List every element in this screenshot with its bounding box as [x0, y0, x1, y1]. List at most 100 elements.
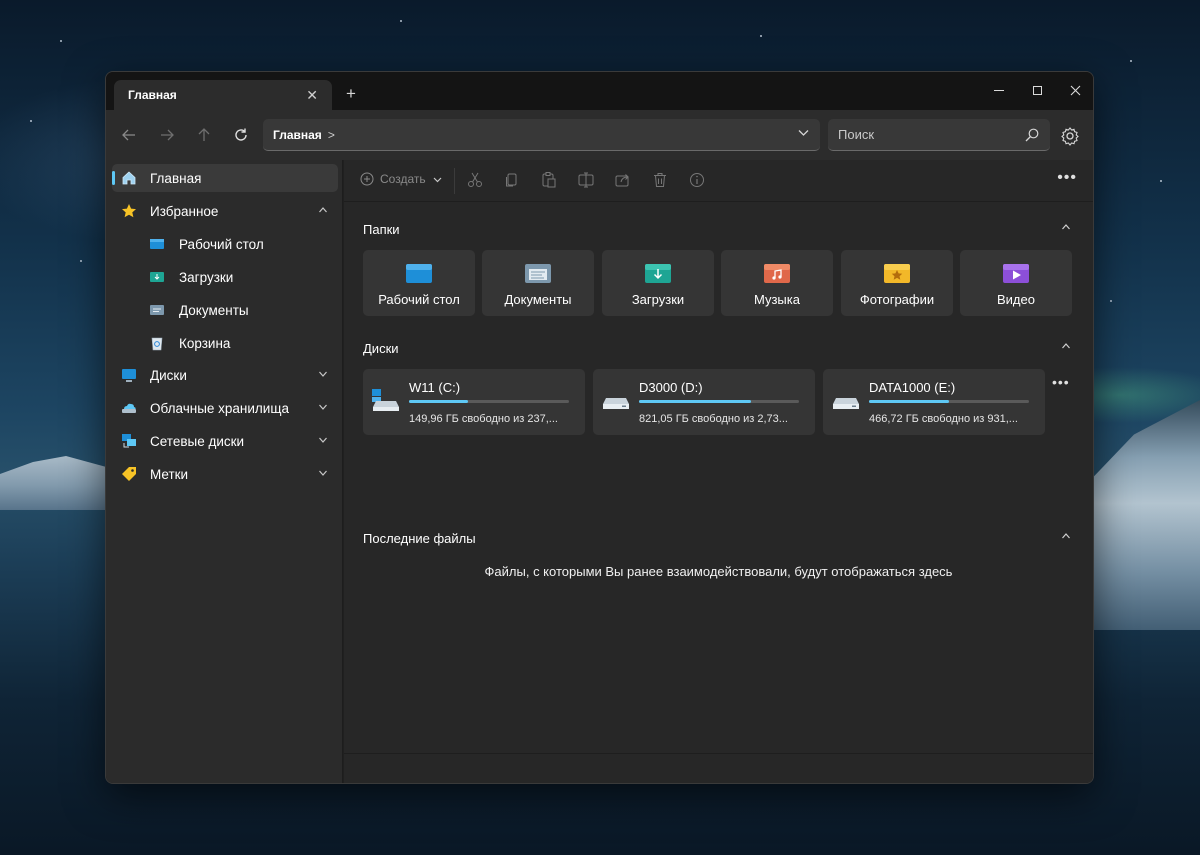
- drive-card-e[interactable]: DATA1000 (E:) 466,72 ГБ свободно из 931,…: [823, 369, 1045, 435]
- drive-name: W11 (C:): [409, 380, 461, 395]
- forward-button[interactable]: [155, 123, 179, 147]
- drive-free-space: 466,72 ГБ свободно из 931,...: [869, 413, 1018, 425]
- chevron-up-icon[interactable]: [1061, 341, 1071, 354]
- sidebar-item-home[interactable]: Главная: [112, 164, 338, 192]
- folder-card-downloads[interactable]: Загрузки: [602, 250, 714, 316]
- star: [60, 40, 62, 42]
- properties-info-icon[interactable]: [688, 171, 706, 189]
- navigation-bar: Главная >: [106, 110, 1093, 160]
- cut-icon[interactable]: [466, 171, 484, 189]
- maximize-icon: [1032, 85, 1042, 95]
- folder-card-desktop[interactable]: Рабочий стол: [363, 250, 475, 316]
- hard-drive-icon: [603, 398, 629, 409]
- delete-icon[interactable]: [651, 171, 669, 189]
- drive-name: DATA1000 (E:): [869, 380, 956, 395]
- computer-icon: [122, 369, 136, 382]
- close-tab-icon[interactable]: ✕: [306, 87, 318, 104]
- folder-card-documents[interactable]: Документы: [482, 250, 594, 316]
- recent-files-section-title: Последние файлы: [363, 531, 476, 546]
- sidebar-item-downloads[interactable]: Загрузки: [112, 263, 338, 291]
- address-history-dropdown[interactable]: [797, 126, 810, 142]
- folder-card-pictures[interactable]: Фотографии: [841, 250, 953, 316]
- sidebar-item-cloud-storage[interactable]: Облачные хранилища: [112, 394, 338, 422]
- sidebar-item-drives[interactable]: Диски: [112, 361, 338, 389]
- sidebar-item-label: Сетевые диски: [150, 433, 245, 449]
- more-options-icon[interactable]: •••: [1057, 169, 1077, 187]
- sidebar-item-label: Метки: [150, 466, 189, 482]
- drive-usage-fill: [869, 400, 949, 403]
- star: [80, 260, 82, 262]
- drive-free-space: 821,05 ГБ свободно из 2,73...: [639, 413, 788, 425]
- minimize-button[interactable]: [980, 76, 1018, 104]
- create-label: Создать: [380, 172, 426, 186]
- close-icon: [1070, 85, 1080, 95]
- refresh-button[interactable]: [229, 123, 253, 147]
- settings-gear-icon[interactable]: [1059, 125, 1081, 147]
- back-button[interactable]: [117, 123, 141, 147]
- copy-icon[interactable]: [503, 171, 521, 189]
- file-explorer-window: Главная ✕ + Главная > Поиск Главная Избр…: [105, 71, 1094, 784]
- documents-folder-icon: [525, 264, 551, 283]
- folder-card-music[interactable]: Музыка: [721, 250, 833, 316]
- system-drive-icon: [372, 389, 399, 411]
- sidebar-item-network-drives[interactable]: Сетевые диски: [112, 427, 338, 455]
- documents-folder-icon: [150, 305, 164, 315]
- main-content: Создать ••• Папки Рабочий стол Документы: [344, 160, 1093, 783]
- star: [400, 20, 402, 22]
- drive-usage-bar: [869, 400, 1029, 403]
- downloads-folder-icon: [150, 272, 164, 282]
- breadcrumb-separator[interactable]: >: [328, 128, 335, 142]
- sidebar-item-label: Загрузки: [179, 269, 234, 285]
- sidebar-item-tags[interactable]: Метки: [112, 460, 338, 488]
- folder-label: Рабочий стол: [378, 292, 460, 307]
- sidebar-item-label: Диски: [150, 367, 187, 383]
- sidebar-item-favorites[interactable]: Избранное: [112, 197, 338, 225]
- chevron-up-icon[interactable]: [1061, 531, 1071, 544]
- paste-icon[interactable]: [540, 171, 558, 189]
- address-bar[interactable]: Главная >: [263, 119, 820, 151]
- title-bar: Главная ✕ +: [106, 72, 1093, 110]
- search-box[interactable]: [828, 119, 1050, 151]
- sidebar-item-documents[interactable]: Документы: [112, 296, 338, 324]
- create-button[interactable]: Создать: [360, 172, 443, 186]
- close-window-button[interactable]: [1056, 76, 1093, 104]
- home-icon: [122, 171, 136, 185]
- drives-more-options-icon[interactable]: •••: [1052, 374, 1070, 390]
- hard-drive-icon: [833, 398, 859, 409]
- folder-label: Фотографии: [859, 292, 935, 307]
- refresh-icon: [235, 128, 247, 141]
- breadcrumb-home[interactable]: Главная: [273, 128, 322, 142]
- rename-icon[interactable]: [577, 171, 595, 189]
- sidebar-item-recycle-bin[interactable]: Корзина: [112, 329, 338, 357]
- chevron-down-icon[interactable]: [318, 468, 328, 481]
- sidebar-item-label: Главная: [150, 170, 202, 186]
- drive-usage-bar: [409, 400, 569, 403]
- search-icon[interactable]: [1024, 127, 1040, 143]
- folder-label: Видео: [997, 292, 1035, 307]
- status-bar: [344, 753, 1093, 783]
- up-button[interactable]: [192, 123, 216, 147]
- arrow-left-icon: [122, 129, 135, 141]
- folder-card-videos[interactable]: Видео: [960, 250, 1072, 316]
- sidebar-item-desktop[interactable]: Рабочий стол: [112, 230, 338, 258]
- star-icon: [122, 204, 136, 218]
- share-icon[interactable]: [614, 171, 632, 189]
- maximize-button[interactable]: [1018, 76, 1056, 104]
- wallpaper-snow-hill-right: [1090, 400, 1200, 630]
- chevron-down-icon[interactable]: [318, 369, 328, 382]
- chevron-down-icon[interactable]: [318, 402, 328, 415]
- drives-section-title: Диски: [363, 341, 399, 356]
- new-tab-button[interactable]: +: [346, 84, 356, 104]
- drive-card-c[interactable]: W11 (C:) 149,96 ГБ свободно из 237,...: [363, 369, 585, 435]
- chevron-up-icon[interactable]: [318, 205, 328, 218]
- pictures-folder-icon: [884, 264, 910, 283]
- minimize-icon: [994, 89, 1004, 91]
- search-input[interactable]: [838, 127, 1024, 142]
- drive-card-d[interactable]: D3000 (D:) 821,05 ГБ свободно из 2,73...: [593, 369, 815, 435]
- drive-usage-fill: [639, 400, 751, 403]
- chevron-down-icon[interactable]: [318, 435, 328, 448]
- tab-home[interactable]: Главная ✕: [114, 80, 332, 110]
- chevron-up-icon[interactable]: [1061, 222, 1071, 235]
- desktop-folder-icon: [150, 239, 164, 249]
- chevron-down-icon: [433, 177, 442, 182]
